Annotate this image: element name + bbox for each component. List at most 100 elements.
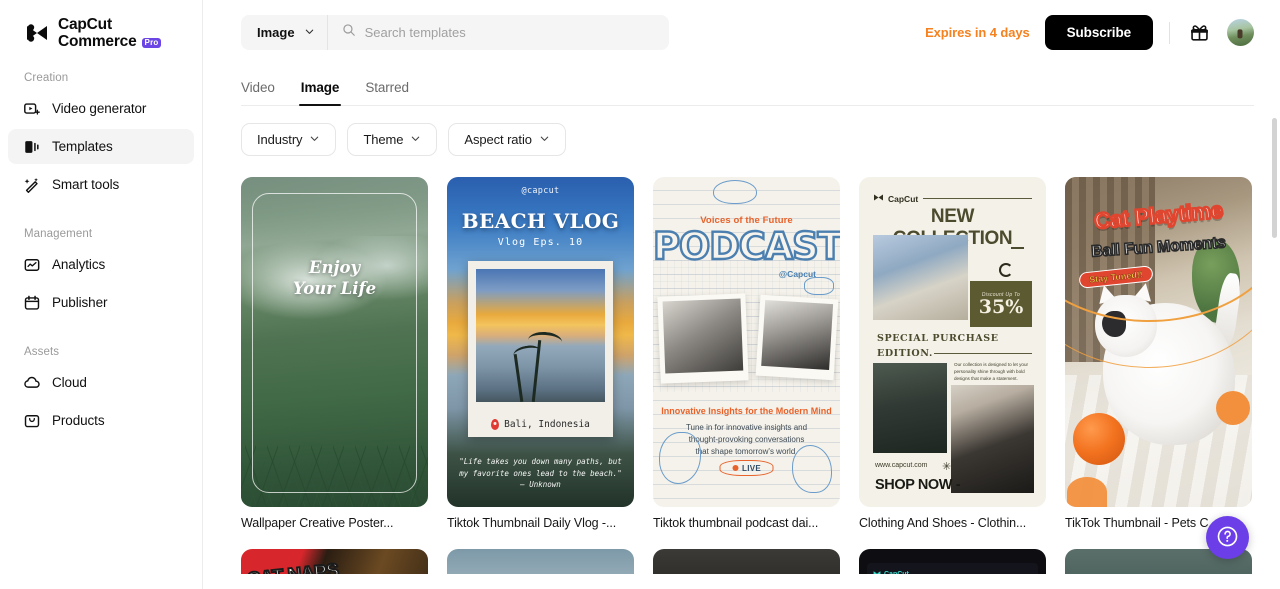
expires-label: Expires in 4 days <box>925 25 1030 40</box>
analytics-icon <box>22 255 41 274</box>
template-card[interactable]: Cat Playtime Ball Fun Moments Stay Tuned… <box>1065 177 1252 530</box>
template-card[interactable]: everything <box>653 549 840 574</box>
location-pin-icon <box>491 419 500 430</box>
pro-badge: Pro <box>141 37 162 49</box>
sidebar-item-video-generator[interactable]: Video generator <box>8 91 194 126</box>
filter-theme[interactable]: Theme <box>347 123 438 156</box>
publisher-icon <box>22 293 41 312</box>
tab-starred[interactable]: Starred <box>365 80 409 105</box>
chevron-down-icon <box>410 132 421 147</box>
filter-industry[interactable]: Industry <box>241 123 337 156</box>
collection-discount-badge: Discount Up To 35% <box>970 281 1032 327</box>
collection-subtitle-line-1: SPECIAL PURCHASE <box>877 333 999 344</box>
capcut-mini-logo-icon <box>873 570 881 574</box>
template-card[interactable]: @capcut BEACH VLOG Vlog Eps. 10 Bali, In… <box>447 177 634 530</box>
podcast-live-badge: LIVE <box>719 460 774 476</box>
search-field <box>328 15 669 50</box>
swirl-icon <box>999 263 1013 277</box>
palm-frond <box>511 343 542 363</box>
search-input[interactable] <box>364 15 657 50</box>
help-button[interactable] <box>1206 516 1249 559</box>
photo-image <box>662 298 744 374</box>
subscribe-button[interactable]: Subscribe <box>1044 15 1153 50</box>
brand-logo[interactable]: CapCut Commerce Pro <box>8 0 194 50</box>
sidebar-item-label: Video generator <box>52 101 147 117</box>
scrollbar-track[interactable] <box>1272 118 1277 583</box>
filter-aspect-ratio[interactable]: Aspect ratio <box>448 123 566 156</box>
forest-headline-line-2: Your Life <box>292 279 377 299</box>
capcut-editor-brand-label: CapCut <box>884 571 909 574</box>
app-root: CapCut Commerce Pro Creation Video gener… <box>0 0 1280 589</box>
tab-image[interactable]: Image <box>298 80 341 106</box>
sidebar-item-publisher[interactable]: Publisher <box>8 285 194 320</box>
collection-photo-1 <box>873 235 968 320</box>
chevron-down-icon <box>304 24 315 42</box>
collection-cta: SHOP NOW - <box>875 477 961 493</box>
sidebar-item-label: Cloud <box>52 375 87 391</box>
forest-headline-line-1: Enjoy <box>308 258 361 277</box>
search-bar: Image <box>241 15 669 50</box>
doodle-cloud-icon <box>713 180 757 204</box>
template-card[interactable]: CAT NAPS <box>241 549 428 574</box>
main-content: Image Expires in 4 days Subscribe <box>203 0 1280 589</box>
scrollbar-thumb[interactable] <box>1272 118 1277 238</box>
collection-brand-label: CapCut <box>888 193 919 204</box>
podcast-title: PODCAST <box>653 224 840 269</box>
avatar[interactable] <box>1227 19 1254 46</box>
live-dot-icon <box>732 465 739 471</box>
tab-video[interactable]: Video <box>241 80 275 105</box>
media-type-value: Image <box>257 25 295 40</box>
template-caption: Tiktok Thumbnail Daily Vlog -... <box>447 516 617 530</box>
beach-polaroid: Bali, Indonesia <box>468 261 613 437</box>
template-caption: Clothing And Shoes - Clothin... <box>859 516 1027 530</box>
template-caption: Tiktok thumbnail podcast dai... <box>653 516 819 530</box>
divider <box>934 353 1032 355</box>
podcast-photo-2 <box>755 294 839 381</box>
gift-icon[interactable] <box>1186 20 1212 46</box>
template-thumbnail-everything: everything <box>653 549 840 574</box>
discount-value: 35% <box>978 295 1024 318</box>
beach-quote: "Life takes you down many paths, but my … <box>459 456 622 491</box>
help-circle-icon <box>1216 525 1239 551</box>
beach-photo <box>476 269 605 402</box>
beach-quote-line-1: "Life takes you down many paths, but <box>459 457 622 467</box>
filter-industry-label: Industry <box>257 132 303 147</box>
beach-quote-attribution: — Unknown <box>520 480 561 490</box>
forest-headline: Enjoy Your Life <box>241 257 428 299</box>
collection-blurb: Our collection is designed to let your p… <box>954 362 1029 381</box>
sidebar-section-label-management: Management <box>24 228 93 241</box>
sidebar-item-products[interactable]: Products <box>8 403 194 438</box>
video-generator-icon <box>22 99 41 118</box>
template-card[interactable]: CapCut <box>859 549 1046 574</box>
top-bar-actions: Expires in 4 days Subscribe <box>925 15 1254 50</box>
beach-watermark: @capcut <box>521 186 560 196</box>
cloud-icon <box>22 373 41 392</box>
collection-photo-3 <box>951 385 1034 493</box>
sidebar-item-templates[interactable]: Templates <box>8 129 194 165</box>
template-thumbnail-capcut-editor: CapCut <box>859 549 1046 574</box>
sidebar-item-label: Publisher <box>52 295 108 311</box>
search-icon <box>342 23 356 42</box>
media-type-selector[interactable]: Image <box>241 15 328 50</box>
template-grid-scroll: Enjoy Your Life Wallpaper Creative Poste… <box>203 156 1280 574</box>
photo-image <box>761 299 834 371</box>
sidebar-item-cloud[interactable]: Cloud <box>8 365 194 400</box>
tab-list: Video Image Starred <box>241 65 1254 106</box>
template-thumbnail-beach-vlog: @capcut BEACH VLOG Vlog Eps. 10 Bali, In… <box>447 177 634 507</box>
beach-title: BEACH VLOG <box>461 209 620 233</box>
divider <box>923 198 1032 200</box>
template-card[interactable] <box>447 549 634 574</box>
template-card[interactable]: Voices of the Future PODCAST @Capcut Inn… <box>653 177 840 530</box>
sidebar-item-label: Products <box>52 413 105 429</box>
sidebar-item-analytics[interactable]: Analytics <box>8 247 194 282</box>
template-thumbnail-cat-naps: CAT NAPS <box>241 549 428 574</box>
template-thumbnail-forest: Enjoy Your Life <box>241 177 428 507</box>
templates-icon <box>22 137 41 156</box>
sidebar-item-label: Smart tools <box>52 177 120 193</box>
template-card[interactable]: CapCut NEW COLLECTION Discount Up To 35%… <box>859 177 1046 530</box>
template-card[interactable]: Enjoy Your Life Wallpaper Creative Poste… <box>241 177 428 530</box>
sidebar-item-smart-tools[interactable]: Smart tools <box>8 167 194 202</box>
top-bar: Image Expires in 4 days Subscribe <box>203 0 1280 65</box>
template-grid: Enjoy Your Life Wallpaper Creative Poste… <box>241 177 1252 574</box>
sidebar-section-label-assets: Assets <box>24 346 60 359</box>
